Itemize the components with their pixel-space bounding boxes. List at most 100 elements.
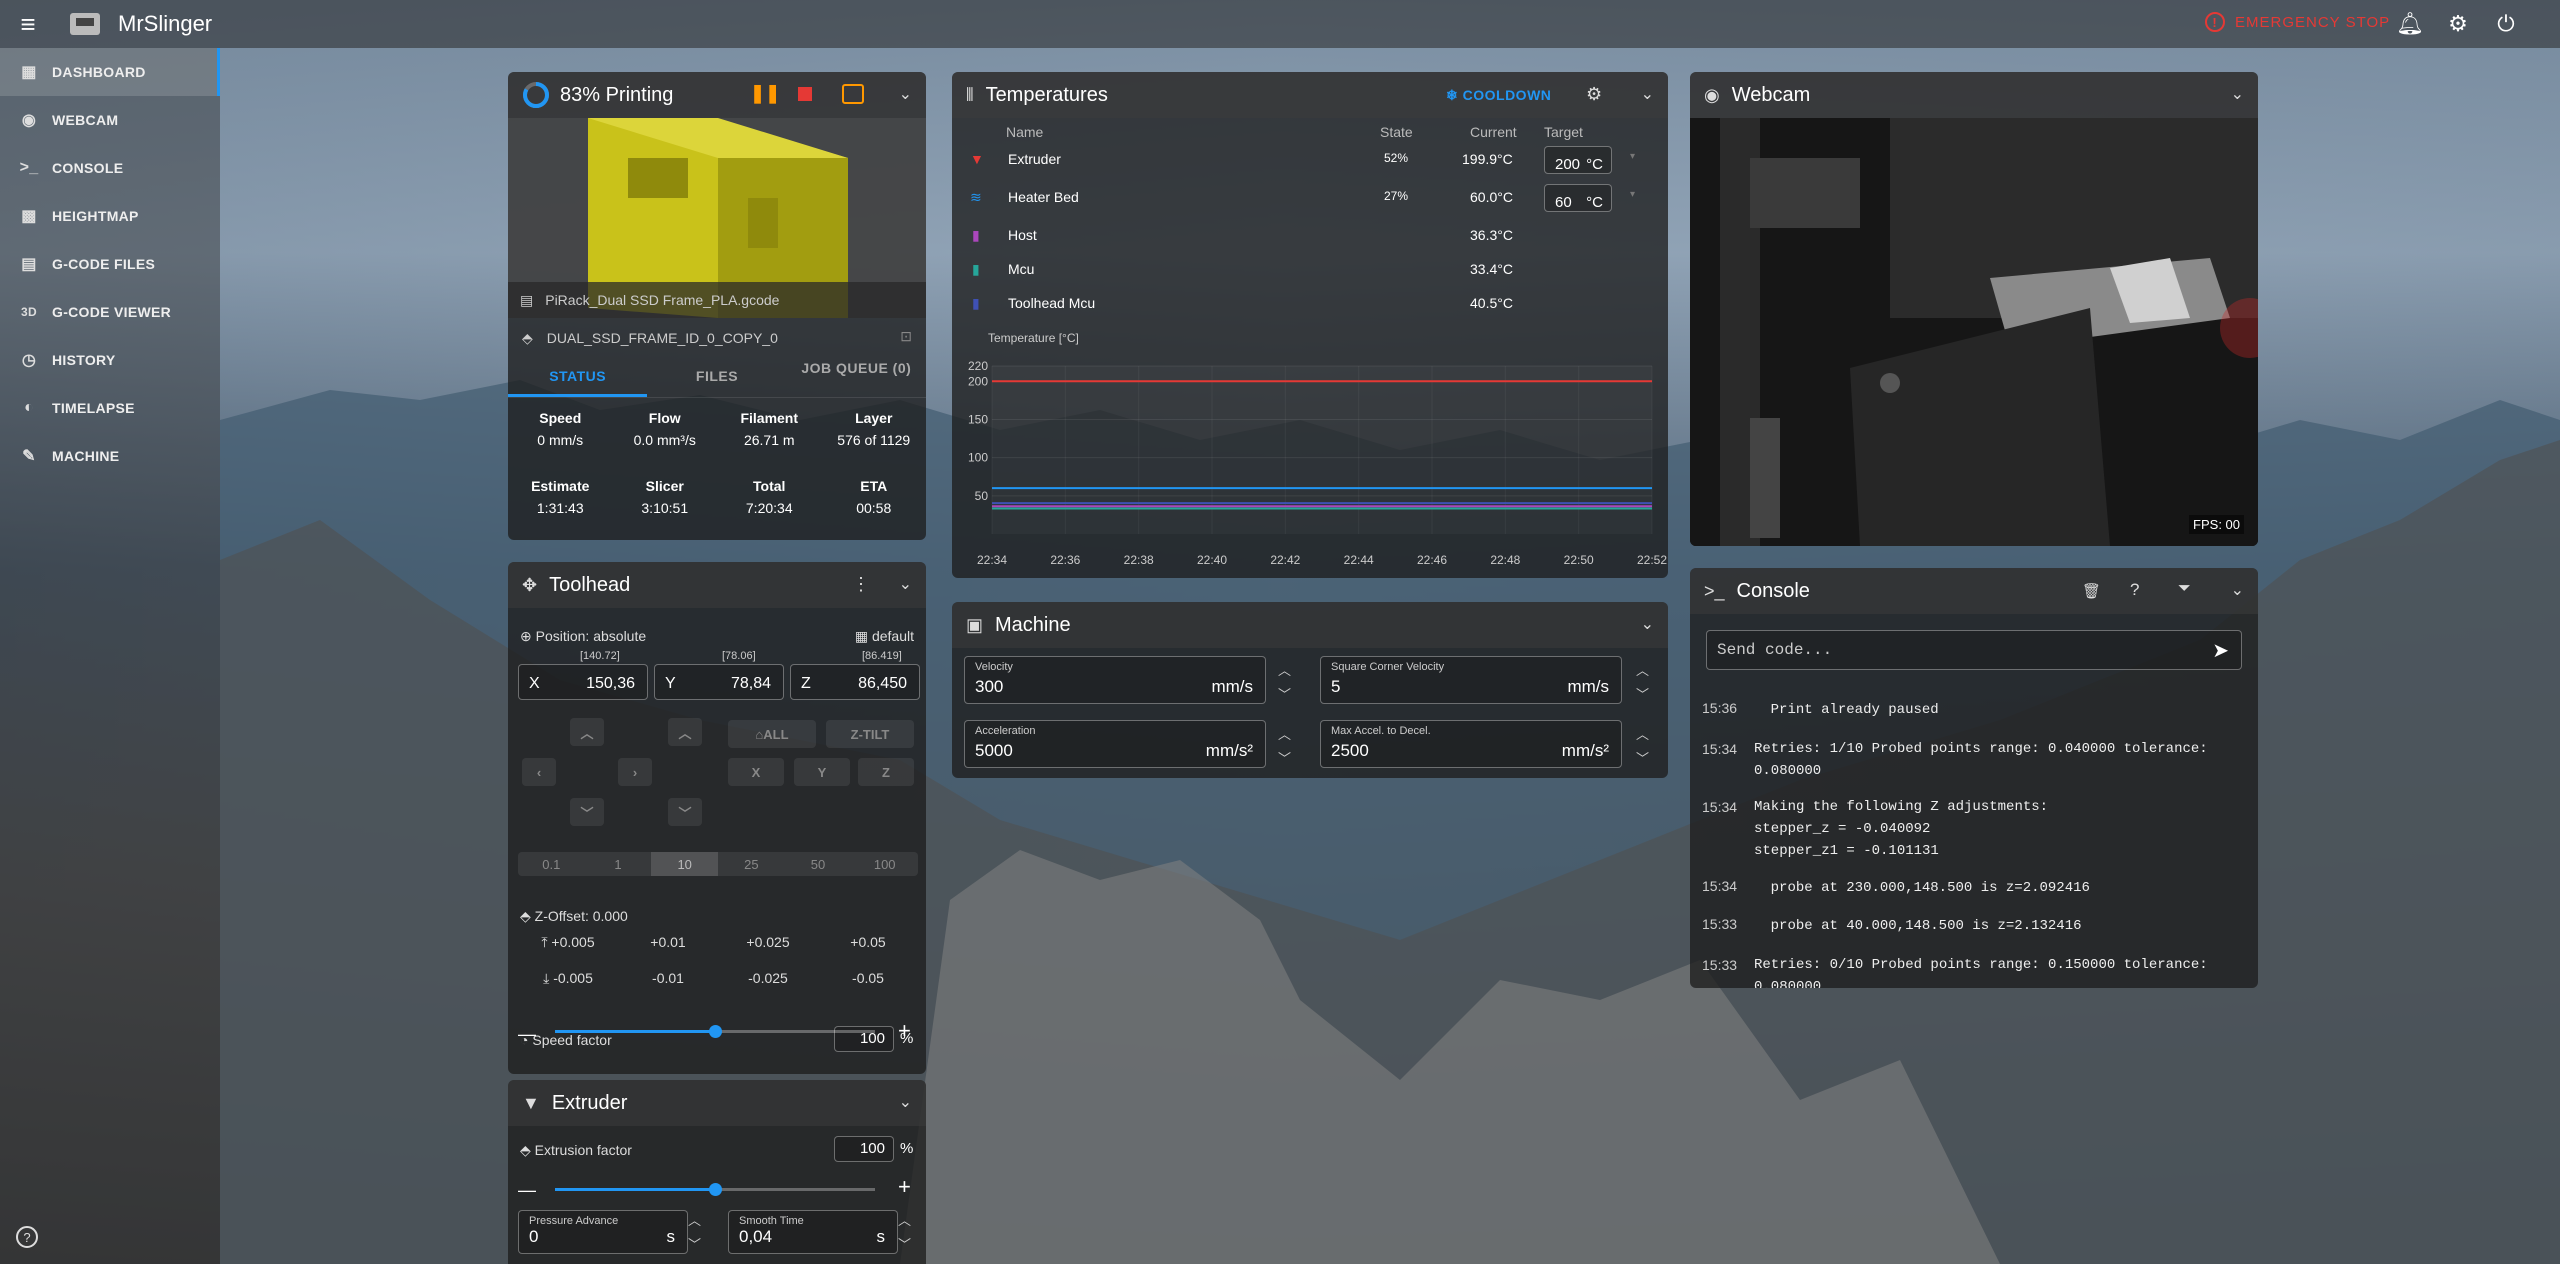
step-button[interactable]: 100: [851, 852, 918, 876]
home-y-button[interactable]: Y: [794, 758, 850, 786]
step-button-active[interactable]: 10: [651, 852, 719, 876]
pressure-advance-input[interactable]: Pressure Advance 0 s: [518, 1210, 688, 1254]
chevron-down-icon[interactable]: ⌄: [899, 84, 912, 104]
decrement-icon[interactable]: ﹀: [898, 1234, 911, 1253]
heater-name[interactable]: Heater Bed: [1008, 189, 1079, 205]
z-position-input[interactable]: Z 86,450: [790, 664, 920, 700]
move-z-plus-button[interactable]: ︿: [668, 718, 702, 746]
y-position-input[interactable]: Y 78,84: [654, 664, 784, 700]
zoffset-down-button[interactable]: ⤓ -0.005: [518, 970, 618, 992]
heater-name[interactable]: Extruder: [1008, 151, 1061, 167]
plus-icon[interactable]: +: [898, 1174, 911, 1200]
chevron-down-icon[interactable]: ⌄: [1641, 614, 1654, 634]
decrement-icon[interactable]: ﹀: [1278, 748, 1291, 767]
step-button[interactable]: 1: [584, 852, 652, 876]
tab-job-queue[interactable]: JOB QUEUE (0): [787, 354, 926, 397]
acceleration-input[interactable]: Acceleration 5000 mm/s²: [964, 720, 1266, 768]
extruder-target-input[interactable]: 200 °C: [1544, 146, 1612, 174]
sidebar-item-timelapse[interactable]: ◐ TIMELAPSE: [0, 384, 220, 432]
bed-target-input[interactable]: 60 °C: [1544, 184, 1612, 212]
zoffset-up-button[interactable]: +0.05: [818, 934, 918, 956]
menu-icon[interactable]: ≡: [0, 0, 56, 48]
zoffset-down-button[interactable]: -0.025: [718, 970, 818, 992]
trash-icon[interactable]: 🗑︎: [2082, 582, 2101, 600]
sidebar-item-gcode-files[interactable]: ▤ G-CODE FILES: [0, 240, 220, 288]
webcam-feed[interactable]: FPS: 00: [1690, 118, 2258, 546]
settings-icon[interactable]: ⚙: [1586, 84, 1602, 105]
chevron-down-icon[interactable]: ⌄: [899, 1092, 912, 1112]
move-z-minus-button[interactable]: ﹀: [668, 798, 702, 826]
smooth-time-input[interactable]: Smooth Time 0,04 s: [728, 1210, 898, 1254]
sidebar-item-history[interactable]: ◷ HISTORY: [0, 336, 220, 384]
zoffset-down-button[interactable]: -0.01: [618, 970, 718, 992]
emergency-stop-button[interactable]: ! EMERGENCY STOP: [2205, 12, 2390, 32]
more-vertical-icon[interactable]: ⋮: [852, 574, 870, 595]
decrement-icon[interactable]: ﹀: [1278, 684, 1291, 703]
plus-icon[interactable]: +: [898, 1018, 911, 1044]
minus-icon[interactable]: —: [518, 1180, 536, 1201]
stop-icon[interactable]: [798, 87, 812, 101]
step-button[interactable]: 0.1: [518, 852, 585, 876]
chevron-down-icon[interactable]: ⌄: [2231, 580, 2244, 600]
home-all-button[interactable]: ⌂ ALL: [728, 720, 816, 748]
extrusion-factor-input[interactable]: 100: [834, 1136, 894, 1162]
exclude-object-list-icon[interactable]: ⊡: [900, 328, 912, 345]
sidebar-item-webcam[interactable]: ◉ WEBCAM: [0, 96, 220, 144]
velocity-input[interactable]: Velocity 300 mm/s: [964, 656, 1266, 704]
chevron-down-icon[interactable]: ⌄: [2231, 84, 2244, 104]
sensor-name[interactable]: Host: [1008, 227, 1037, 243]
speed-factor-slider-thumb[interactable]: [709, 1025, 722, 1038]
home-x-button[interactable]: X: [728, 758, 784, 786]
square-corner-velocity-input[interactable]: Square Corner Velocity 5 mm/s: [1320, 656, 1622, 704]
zoffset-up-button[interactable]: +0.025: [718, 934, 818, 956]
increment-icon[interactable]: ︿: [898, 1210, 911, 1229]
tab-status[interactable]: STATUS: [508, 354, 648, 397]
move-y-plus-button[interactable]: ︿: [570, 718, 604, 746]
sensor-name[interactable]: Mcu: [1008, 261, 1034, 277]
tab-files[interactable]: FILES: [647, 354, 786, 397]
move-x-plus-button[interactable]: ›: [618, 758, 652, 786]
exclude-object-icon[interactable]: [842, 84, 864, 104]
home-z-button[interactable]: Z: [858, 758, 914, 786]
decrement-icon[interactable]: ﹀: [1636, 684, 1649, 703]
x-position-input[interactable]: X 150,36: [518, 664, 648, 700]
step-button[interactable]: 25: [718, 852, 785, 876]
sidebar-item-heightmap[interactable]: ▩ HEIGHTMAP: [0, 192, 220, 240]
cooldown-button[interactable]: ❄ COOLDOWN: [1446, 87, 1551, 104]
zoffset-up-button[interactable]: +0.01: [618, 934, 718, 956]
help-icon[interactable]: ?: [16, 1226, 38, 1248]
sidebar-item-dashboard[interactable]: ▦ DASHBOARD: [0, 48, 220, 96]
pause-icon[interactable]: ❚❚: [750, 83, 780, 104]
increment-icon[interactable]: ︿: [1636, 660, 1649, 679]
sidebar-item-machine[interactable]: ✎ MACHINE: [0, 432, 220, 480]
preset-dropdown-icon[interactable]: ▾: [1630, 151, 1635, 162]
decrement-icon[interactable]: ﹀: [688, 1234, 701, 1253]
zoffset-down-button[interactable]: -0.05: [818, 970, 918, 992]
mesh-profile[interactable]: ▦ default: [855, 628, 914, 645]
increment-icon[interactable]: ︿: [1278, 660, 1291, 679]
move-y-minus-button[interactable]: ﹀: [570, 798, 604, 826]
minus-icon[interactable]: —: [518, 1024, 536, 1045]
console-input[interactable]: Send code... ➤: [1706, 630, 2242, 670]
sidebar-item-gcode-viewer[interactable]: 3D G-CODE VIEWER: [0, 288, 220, 336]
chevron-down-icon[interactable]: ⌄: [899, 574, 912, 594]
zoffset-up-button[interactable]: ⤒ +0.005: [518, 934, 618, 956]
decrement-icon[interactable]: ﹀: [1636, 748, 1649, 767]
increment-icon[interactable]: ︿: [1278, 724, 1291, 743]
increment-icon[interactable]: ︿: [688, 1210, 701, 1229]
filter-icon[interactable]: ⏷: [2178, 580, 2191, 598]
help-icon[interactable]: ?: [2130, 580, 2139, 600]
sensor-name[interactable]: Toolhead Mcu: [1008, 295, 1095, 311]
move-x-minus-button[interactable]: ‹: [522, 758, 556, 786]
preset-dropdown-icon[interactable]: ▾: [1630, 189, 1635, 200]
sidebar-item-console[interactable]: >_ CONSOLE: [0, 144, 220, 192]
z-tilt-button[interactable]: Z-TILT: [826, 720, 914, 748]
chevron-down-icon[interactable]: ⌄: [1641, 84, 1654, 104]
power-icon[interactable]: ⏻: [2492, 10, 2520, 38]
settings-icon[interactable]: ⚙: [2444, 10, 2472, 38]
increment-icon[interactable]: ︿: [1636, 724, 1649, 743]
step-button[interactable]: 50: [784, 852, 852, 876]
extrusion-factor-slider-thumb[interactable]: [709, 1183, 722, 1196]
send-icon[interactable]: ➤: [2212, 638, 2229, 663]
max-accel-to-decel-input[interactable]: Max Accel. to Decel. 2500 mm/s²: [1320, 720, 1622, 768]
